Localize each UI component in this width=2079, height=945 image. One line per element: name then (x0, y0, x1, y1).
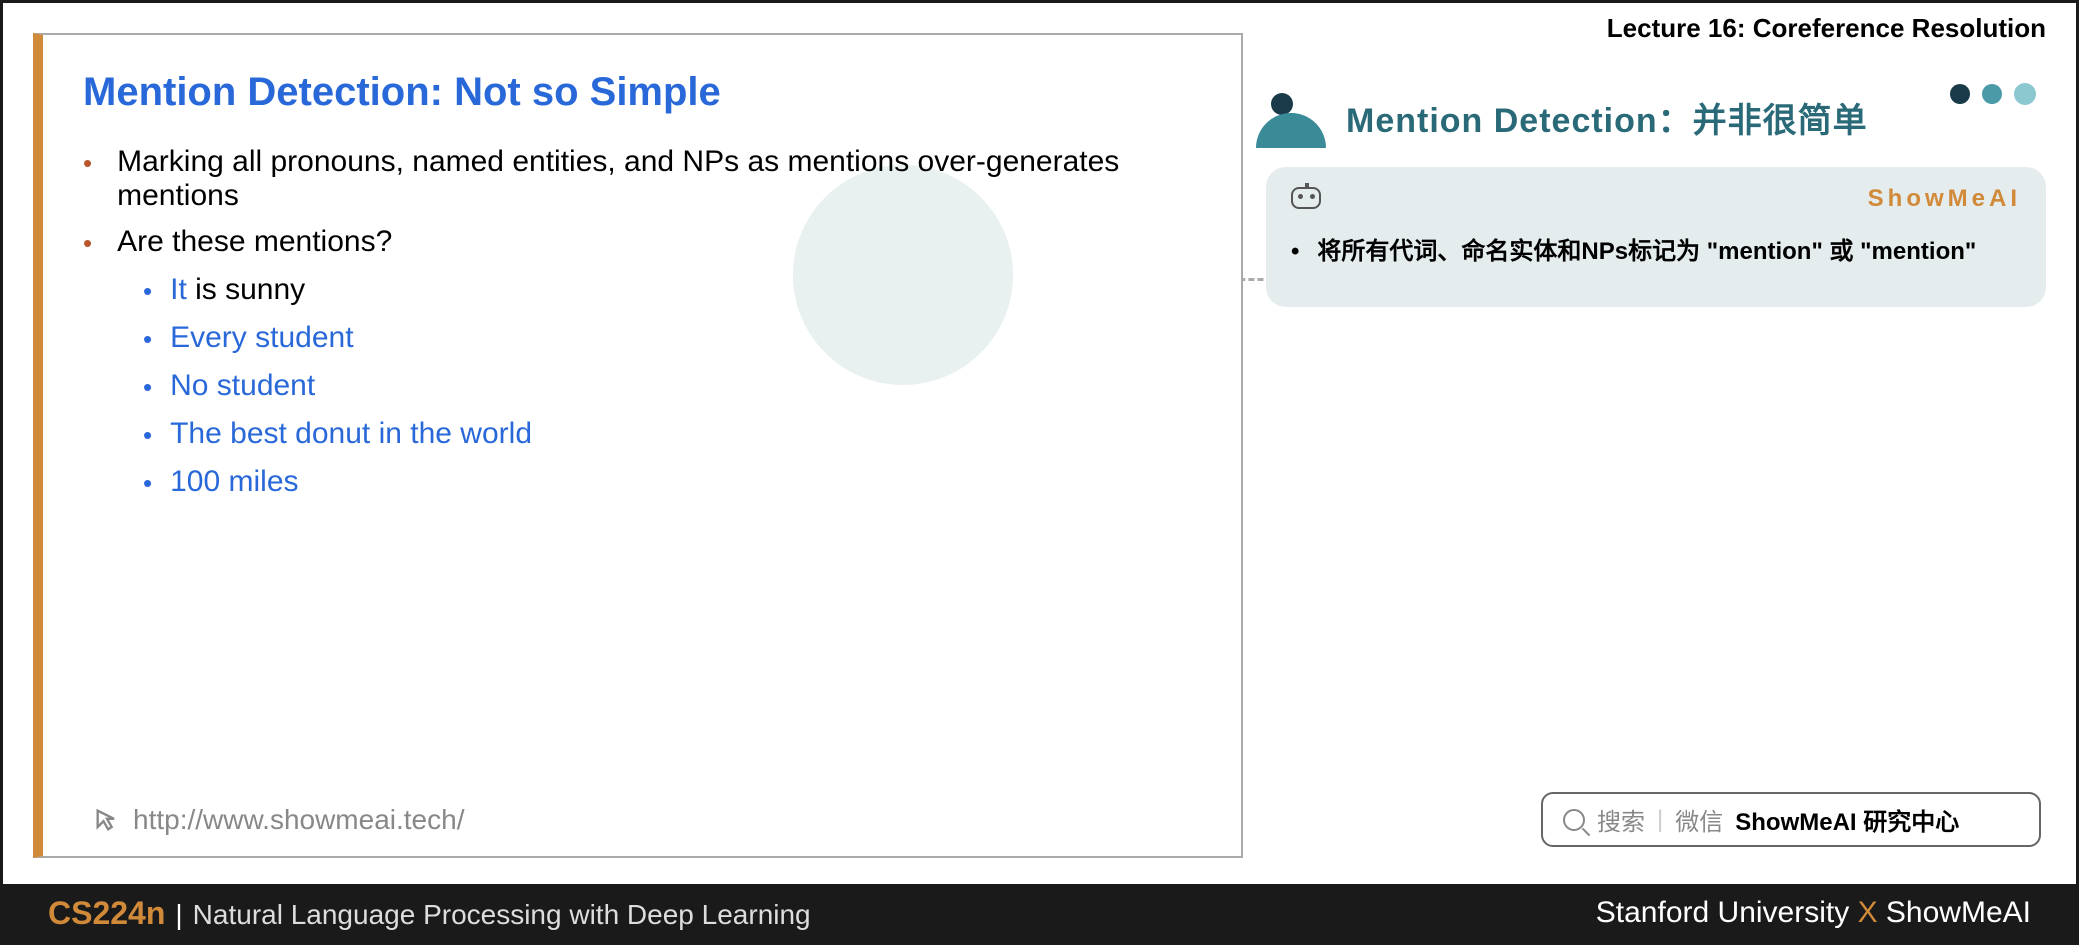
footer: CS224n | Natural Language Processing wit… (3, 884, 2076, 942)
search-divider: | (1657, 806, 1663, 834)
bullet-dot: • (1291, 232, 1299, 273)
url-text: http://www.showmeai.tech/ (133, 804, 464, 836)
sub-bullet-item: • No student (143, 369, 1211, 405)
note-bullet: • 将所有代词、命名实体和NPs标记为 "mention" 或 "mention… (1291, 232, 2021, 273)
lecture-header: Lecture 16: Coreference Resolution (1607, 13, 2046, 44)
cursor-icon (93, 806, 121, 834)
robot-icon (1291, 187, 1321, 209)
course-name: Natural Language Processing with Deep Le… (193, 899, 811, 931)
bullet-item: • Marking all pronouns, named entities, … (83, 145, 1211, 213)
bullet-item: • Are these mentions? (83, 225, 1211, 261)
deco-dot (2014, 83, 2036, 105)
dots-decoration (1950, 83, 2036, 105)
sub-bullet-text: The best donut in the world (170, 417, 532, 453)
slide-url: http://www.showmeai.tech/ (93, 804, 464, 836)
sub-bullet-text: It is sunny (170, 273, 305, 309)
main-slide: Mention Detection: Not so Simple • Marki… (33, 33, 1243, 858)
slide-title: Mention Detection: Not so Simple (83, 70, 1211, 115)
bullet-text: Are these mentions? (117, 225, 392, 261)
sub-bullet-text: 100 miles (170, 465, 298, 501)
bullet-dot: • (143, 417, 152, 453)
teal-shape-icon (1266, 88, 1326, 148)
bullet-dot: • (83, 225, 92, 261)
page-frame: Lecture 16: Coreference Resolution Menti… (0, 0, 2079, 945)
note-box: ShowMeAI • 将所有代词、命名实体和NPs标记为 "mention" 或… (1266, 167, 2046, 307)
deco-dot (1982, 84, 2002, 104)
bullet-dot: • (143, 321, 152, 357)
right-panel: Mention Detection：并非很简单 ShowMeAI • 将所有代词… (1266, 58, 2046, 307)
course-code: CS224n (48, 895, 165, 932)
search-label: 搜索 (1597, 802, 1645, 837)
bullet-dot: • (143, 273, 152, 309)
bullet-dot: • (83, 145, 92, 213)
showmeai-brand: ShowMeAI (1868, 185, 2021, 213)
search-icon (1563, 809, 1585, 831)
footer-right: Stanford University X ShowMeAI (1596, 896, 2031, 930)
search-box[interactable]: 搜索 | 微信 ShowMeAI 研究中心 (1541, 792, 2041, 847)
search-bold-text: ShowMeAI 研究中心 (1735, 802, 1959, 837)
sub-bullet-item: • 100 miles (143, 465, 1211, 501)
sub-bullet-item: • It is sunny (143, 273, 1211, 309)
org-name: ShowMeAI (1886, 896, 2031, 929)
bullet-dot: • (143, 465, 152, 501)
bullet-text: Marking all pronouns, named entities, an… (117, 145, 1211, 213)
bullet-dot: • (143, 369, 152, 405)
deco-dot (1950, 84, 1970, 104)
footer-x: X (1858, 896, 1878, 929)
university-name: Stanford University (1596, 896, 1849, 929)
course-separator: | (175, 899, 182, 931)
note-content: • 将所有代词、命名实体和NPs标记为 "mention" 或 "mention… (1291, 232, 2021, 273)
slide-content: • Marking all pronouns, named entities, … (83, 145, 1211, 501)
note-text: 将所有代词、命名实体和NPs标记为 "mention" 或 "mention" (1317, 232, 1976, 273)
search-label: 微信 (1675, 802, 1723, 837)
sub-bullet-item: • The best donut in the world (143, 417, 1211, 453)
sub-bullet-text: Every student (170, 321, 353, 357)
sub-bullet-text: No student (170, 369, 315, 405)
sidebar-title: Mention Detection：并非很简单 (1346, 93, 2046, 142)
sub-bullet-item: • Every student (143, 321, 1211, 357)
footer-left: CS224n | Natural Language Processing wit… (48, 895, 811, 932)
